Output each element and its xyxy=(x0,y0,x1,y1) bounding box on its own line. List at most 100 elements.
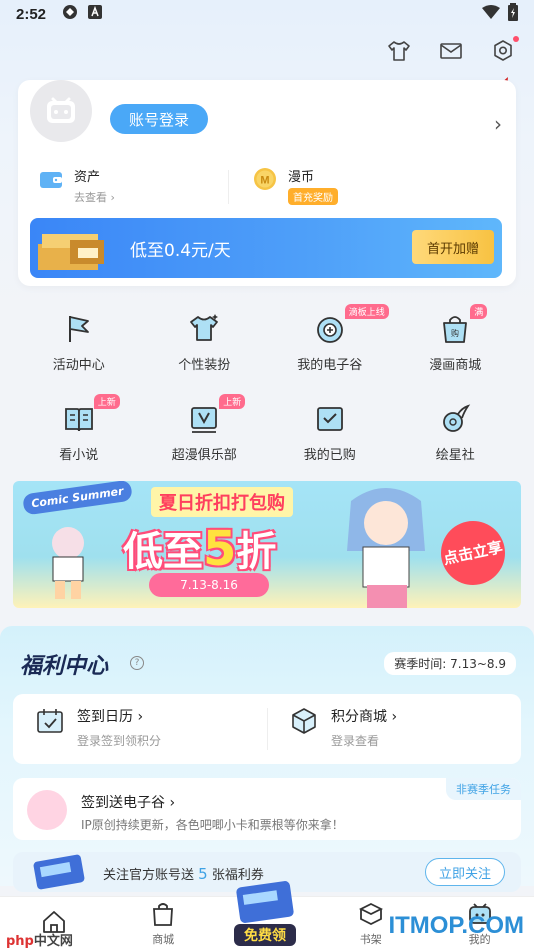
tab-mall[interactable]: 商城 xyxy=(123,901,203,947)
vip-open-button[interactable]: 首开加赠 xyxy=(412,230,494,264)
points-mall-title: 积分商城 xyxy=(331,709,387,725)
non-season-task-tag: 非赛季任务 xyxy=(446,778,521,800)
vip-books-icon xyxy=(38,234,104,270)
tshirt-dressup-icon[interactable] xyxy=(386,38,412,64)
asset-divider xyxy=(228,170,229,204)
grid-label: 活动中心 xyxy=(52,358,105,373)
app-notification-icon xyxy=(62,4,78,24)
flag-icon xyxy=(62,312,96,346)
settings-gear-icon[interactable] xyxy=(490,36,519,64)
grid-badge: 满 xyxy=(470,304,488,319)
grid-item-club[interactable]: 上新 超漫俱乐部 xyxy=(142,394,268,470)
login-button[interactable]: 账号登录 xyxy=(110,104,208,134)
vip-banner-text: 低至0.4元/天 xyxy=(130,241,231,261)
promo-big-suffix: 折 xyxy=(236,529,277,575)
task-title: 签到送电子谷 xyxy=(81,795,165,811)
bookshelf-icon xyxy=(358,902,383,925)
promo-big-text: 低至 xyxy=(123,529,203,575)
vip-banner[interactable]: 低至0.4元/天 首开加赠 xyxy=(30,218,502,278)
profile-card: 账号登录 › 资产 去查看 › M 漫币 首充奖励 低至0.4元/天 首开加赠 xyxy=(18,80,516,286)
purchased-icon xyxy=(313,402,347,436)
promo-banner[interactable]: Comic Summer 夏日折扣打包购 低至5折 7.13-8.16 点击立享 xyxy=(13,481,521,608)
welfare-center: 福利中心 ? 赛季时间: 7.13~8.9 签到日历 › 登录签到领积分 积分商… xyxy=(0,626,534,892)
grid-label: 看小说 xyxy=(59,448,99,463)
feature-grid: 活动中心 个性装扮 滴板上线 我的电子谷 购 满 漫画商城 上新 看小说 上新 … xyxy=(16,304,519,470)
gu-icon xyxy=(313,312,347,346)
promo-date: 7.13-8.16 xyxy=(149,573,269,597)
promo-title: 夏日折扣打包购 xyxy=(151,487,293,517)
points-mall-entry[interactable]: 积分商城 › 登录查看 xyxy=(289,706,397,749)
grid-item-comic-mall[interactable]: 购 满 漫画商城 xyxy=(393,304,519,380)
checkin-calendar-entry[interactable]: 签到日历 › 登录签到领积分 xyxy=(35,706,161,749)
grid-label: 我的已购 xyxy=(303,448,356,463)
settings-red-dot xyxy=(513,36,519,42)
status-bar: 2:52 xyxy=(0,0,534,28)
task-card[interactable]: 非赛季任务 签到送电子谷 › IP原创持续更新，各色吧唧小卡和票根等你来拿！ xyxy=(13,778,521,840)
status-time: 2:52 xyxy=(16,5,47,23)
grid-badge: 上新 xyxy=(219,394,246,409)
welfare-divider xyxy=(267,708,268,750)
watermark-left-b: 中文网 xyxy=(33,934,73,949)
welfare-title: 福利中心 xyxy=(20,654,109,679)
grid-item-novel[interactable]: 上新 看小说 xyxy=(16,394,142,470)
grid-label: 绘星社 xyxy=(435,448,475,463)
profile-chevron-right-icon[interactable]: › xyxy=(494,112,502,136)
grid-badge: 滴板上线 xyxy=(344,304,389,319)
grid-item-activity-center[interactable]: 活动中心 xyxy=(16,312,142,380)
top-actions xyxy=(386,36,519,64)
first-charge-badge: 首充奖励 xyxy=(288,188,338,205)
comic-coin-title: 漫币 xyxy=(288,170,315,185)
coin-icon: M xyxy=(254,168,276,190)
assets-entry[interactable]: 资产 去查看 › xyxy=(38,166,115,205)
comet-icon xyxy=(438,402,472,436)
free-claim-label: 免费领 xyxy=(234,924,296,946)
follow-number: 5 xyxy=(198,865,208,883)
grid-label: 我的电子谷 xyxy=(297,358,363,373)
comic-summer-logo: Comic Summer xyxy=(22,481,133,516)
calendar-icon xyxy=(37,709,63,733)
follow-text-before: 关注官方账号送 xyxy=(103,868,195,883)
promo-headline: 低至5折 xyxy=(123,519,276,577)
book-icon xyxy=(62,402,96,436)
grid-badge: 上新 xyxy=(93,394,120,409)
grid-label: 超漫俱乐部 xyxy=(171,448,237,463)
battery-icon xyxy=(508,3,518,25)
assets-title: 资产 xyxy=(74,170,101,185)
mail-icon[interactable] xyxy=(438,38,464,64)
grid-item-purchased[interactable]: 我的已购 xyxy=(267,402,393,470)
watermark-left-a: php xyxy=(6,934,34,949)
grid-label: 漫画商城 xyxy=(429,358,482,373)
coupon-icon xyxy=(33,854,85,890)
avatar[interactable] xyxy=(30,80,92,142)
tab-label: 商城 xyxy=(152,932,175,946)
wallet-icon xyxy=(40,172,62,188)
help-icon[interactable]: ? xyxy=(130,656,144,670)
points-mall-subtitle: 登录查看 xyxy=(331,734,380,748)
grid-item-dressup[interactable]: 个性装扮 xyxy=(142,312,268,380)
follow-now-button[interactable]: 立即关注 xyxy=(425,858,505,886)
watermark-right: ITMOP.COM xyxy=(388,912,524,939)
tshirt-icon xyxy=(187,312,221,346)
shopping-bag-icon: 购 xyxy=(438,312,472,346)
welfare-entries-card: 签到日历 › 登录签到领积分 积分商城 › 登录查看 xyxy=(13,694,521,764)
cube-icon xyxy=(292,708,316,734)
tab-label: 书架 xyxy=(359,932,382,946)
assets-subtitle: 去查看 xyxy=(74,191,107,204)
vip-club-icon xyxy=(187,402,221,436)
watermark-left: php中文网 xyxy=(6,930,73,949)
tab-free-claim[interactable]: 免费领 xyxy=(230,876,300,950)
wifi-icon xyxy=(482,5,500,23)
checkin-title: 签到日历 xyxy=(77,709,133,725)
svg-text:购: 购 xyxy=(451,328,459,338)
checkin-subtitle: 登录签到领积分 xyxy=(77,734,162,748)
svg-text:M: M xyxy=(260,175,269,187)
comic-coin-entry[interactable]: M 漫币 首充奖励 xyxy=(252,166,338,205)
season-time: 赛季时间: 7.13~8.9 xyxy=(384,652,516,675)
font-notification-icon xyxy=(88,5,103,23)
promo-character-girl-icon xyxy=(347,488,425,608)
mall-icon xyxy=(153,902,174,926)
grid-item-my-gu[interactable]: 滴板上线 我的电子谷 xyxy=(267,304,393,380)
promo-big-number: 5 xyxy=(203,521,237,577)
task-subtitle: IP原创持续更新，各色吧唧小卡和票根等你来拿！ xyxy=(81,818,344,832)
grid-item-star-club[interactable]: 绘星社 xyxy=(393,402,519,470)
